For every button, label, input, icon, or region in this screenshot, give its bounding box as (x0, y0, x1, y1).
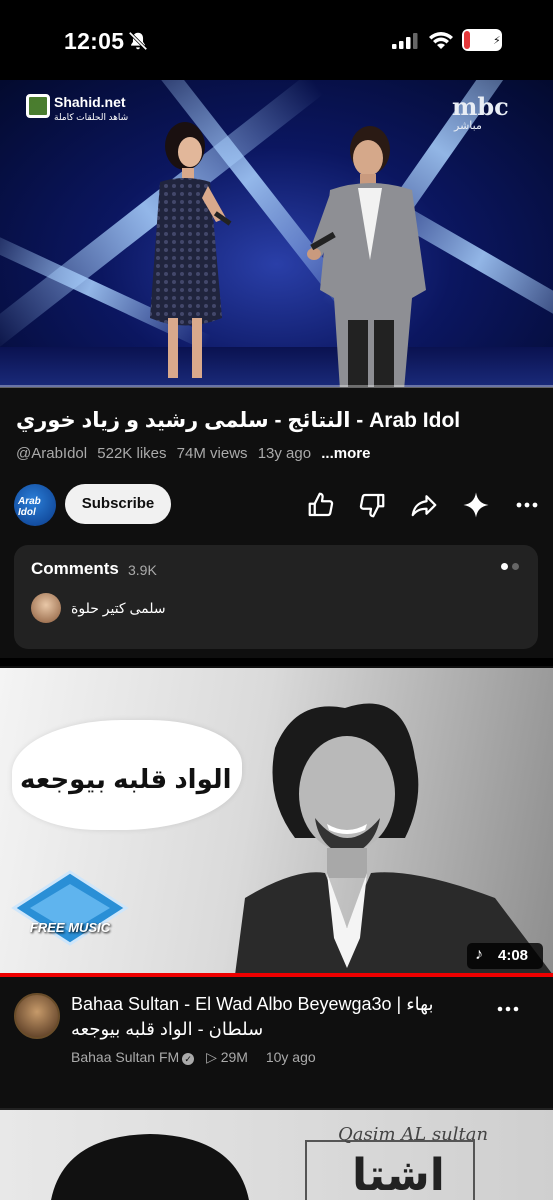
play-views-icon: ▷ (206, 1049, 221, 1065)
like-icon[interactable] (306, 490, 336, 520)
pager-dot (512, 563, 519, 570)
sparkle-icon[interactable] (461, 490, 491, 520)
commenter-avatar (31, 593, 61, 623)
singer-portrait (235, 703, 553, 975)
free-music-logo-icon (11, 870, 129, 946)
next-video-meta: Bahaa Sultan FM ✓ ▷ 29M 10y ago (71, 1049, 316, 1066)
shahid-logo-icon (26, 94, 50, 118)
battery-icon: 16 ⚡ (462, 29, 502, 51)
channel-avatar[interactable]: Arab Idol (14, 484, 56, 526)
watched-progress-bar (0, 973, 553, 977)
channel-avatar-bahaa[interactable] (14, 993, 60, 1039)
shahid-watermark: Shahid.net شاهد الحلقات كاملة (26, 92, 161, 132)
mbc-watermark: mbc مباشر (448, 92, 528, 132)
upload-age: 13y ago (257, 445, 312, 462)
top-comment-text: سلمى كتير حلوة (71, 600, 166, 616)
video-player[interactable]: Shahid.net شاهد الحلقات كاملة mbc مباشر (0, 80, 553, 387)
next-video-age: 10y ago (265, 1049, 316, 1065)
thumbnail-portrait (51, 1134, 249, 1200)
comments-card[interactable]: Comments 3.9K سلمى كتير حلوة (14, 545, 538, 649)
free-music-logo: FREE MUSIC (10, 868, 130, 948)
comments-count: 3.9K (128, 562, 157, 578)
third-video-thumbnail[interactable]: Qasim AL sultan اشتا (0, 1108, 553, 1200)
subscribe-button[interactable]: Subscribe (65, 484, 171, 524)
verified-icon: ✓ (182, 1053, 195, 1065)
free-music-logo-text: FREE MUSIC (29, 920, 111, 935)
singer-female (150, 122, 232, 378)
mbc-subtitle: مباشر (454, 120, 482, 132)
video-meta[interactable]: @ArabIdol 522K likes 74M views 13y ago .… (16, 445, 376, 462)
like-count: 522K likes (97, 445, 167, 462)
mbc-name: mbc (452, 92, 509, 121)
shahid-subtitle: شاهد الحلقات كاملة (54, 112, 129, 122)
view-count: 74M views (176, 445, 248, 462)
next-video-title[interactable]: Bahaa Sultan - El Wad Albo Beyewga3o | ب… (71, 992, 471, 1042)
next-video-channel[interactable]: Bahaa Sultan FM (71, 1049, 179, 1065)
channel-handle: @ArabIdol (16, 445, 88, 462)
thumbnail-title-text: اشتا (352, 1151, 445, 1200)
player-progress-bar[interactable] (0, 385, 553, 388)
duration-text: 4:08 (498, 947, 529, 964)
more-options-icon[interactable] (496, 1002, 520, 1016)
status-time: 12:05 (64, 28, 125, 54)
stage-floor (0, 347, 553, 387)
next-video-views: 29M (220, 1049, 248, 1065)
bell-off-icon (128, 31, 148, 51)
more-options-icon[interactable] (512, 490, 542, 520)
section-divider (0, 658, 553, 666)
thumbnail-artist-text: Qasim AL sultan (338, 1124, 489, 1145)
wifi-icon (429, 32, 453, 49)
video-title[interactable]: النتائج - سلمى رشيد و زياد خوري - Arab I… (16, 408, 460, 433)
music-note-icon: ♪ (475, 946, 483, 963)
duration-badge: ♪ 4:08 (467, 943, 543, 969)
singer-male (307, 126, 426, 387)
dislike-icon[interactable] (357, 490, 387, 520)
comments-label: Comments (31, 559, 119, 578)
next-video-thumbnail[interactable]: الواد قلبه بيوجعه FREE MUSIC (0, 668, 553, 975)
charging-bolt-icon: ⚡ (493, 35, 501, 47)
status-bar: 12:05 16 ⚡ (0, 0, 553, 80)
battery-percent: 16 (470, 31, 488, 48)
thumbnail-title-text: الواد قلبه بيوجعه (20, 764, 232, 794)
cellular-signal-icon (392, 33, 418, 49)
more-link[interactable]: ...more (321, 445, 370, 462)
pager-dot-active (501, 563, 508, 570)
channel-avatar-logo-text: Arab Idol (18, 496, 41, 518)
share-icon[interactable] (409, 490, 439, 520)
shahid-name: Shahid.net (54, 94, 126, 110)
